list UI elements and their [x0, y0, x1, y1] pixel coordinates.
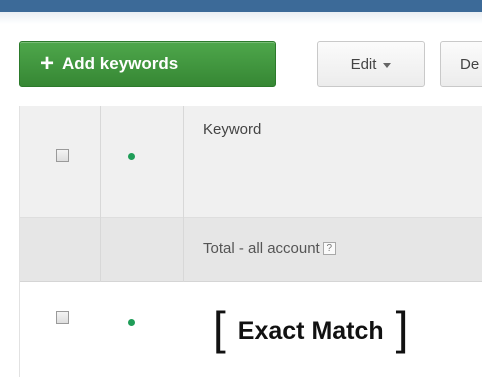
column-divider — [100, 106, 101, 282]
keywords-panel: + Add keywords Edit De Keyword Total - a… — [0, 0, 482, 377]
column-divider — [183, 106, 184, 282]
select-all-checkbox[interactable] — [56, 149, 69, 162]
top-bar-shadow — [0, 12, 482, 24]
keyword-column-header[interactable]: Keyword — [203, 121, 261, 138]
total-label-text: Total - all account — [203, 240, 320, 257]
keywords-table: Keyword Total - all account ? [ Exact Ma… — [19, 106, 482, 377]
keyword-cell[interactable]: [ Exact Match ] — [213, 305, 408, 351]
edit-label: Edit — [350, 55, 377, 73]
top-bar — [0, 0, 482, 12]
open-bracket: [ — [213, 302, 226, 354]
total-all-account-label: Total - all account ? — [203, 240, 336, 257]
chevron-down-icon — [383, 62, 392, 68]
close-bracket: ] — [395, 302, 409, 354]
add-keywords-label: Add keywords — [62, 54, 179, 73]
status-column-dot-icon — [128, 153, 135, 160]
edit-dropdown-button[interactable]: Edit — [317, 41, 425, 87]
add-keywords-button[interactable]: + Add keywords — [19, 41, 276, 87]
row-select-checkbox[interactable] — [56, 311, 69, 324]
enabled-status-icon — [128, 319, 135, 326]
keyword-text: Exact Match — [237, 316, 384, 345]
truncated-toolbar-label: De — [460, 55, 480, 73]
truncated-toolbar-button[interactable]: De — [440, 41, 482, 87]
help-icon[interactable]: ? — [322, 242, 336, 255]
plus-icon: + — [40, 50, 55, 77]
